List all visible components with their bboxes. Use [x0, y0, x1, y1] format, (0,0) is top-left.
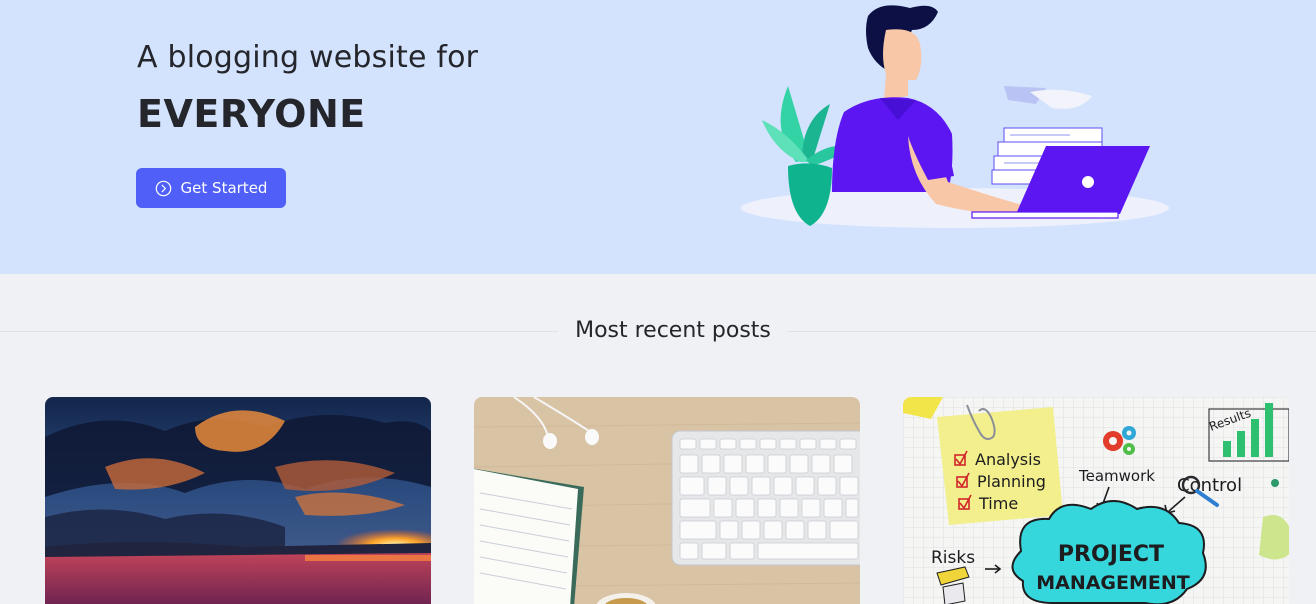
label-teamwork: Teamwork [1078, 467, 1155, 485]
person-laptop-illustration [741, 5, 1169, 228]
divider-right [788, 331, 1316, 332]
label-risks: Risks [931, 548, 975, 568]
get-started-label: Get Started [180, 179, 268, 197]
label-project: PROJECT [1058, 542, 1164, 567]
desk-keyboard-image [474, 397, 860, 604]
note-line-analysis: Analysis [975, 450, 1041, 469]
circle-chevron-right-icon [155, 180, 171, 196]
hero-title: EVERYONE [137, 92, 366, 136]
post-card-3[interactable]: Analysis Planning Time Teamwork Control … [903, 397, 1289, 604]
most-recent-posts-heading: Most recent posts [575, 318, 771, 343]
note-line-planning: Planning [977, 472, 1046, 491]
project-management-image: Analysis Planning Time Teamwork Control … [903, 397, 1289, 604]
post-card-1[interactable] [45, 397, 431, 604]
label-management: MANAGEMENT [1036, 572, 1190, 594]
note-line-time: Time [978, 494, 1018, 513]
get-started-button[interactable]: Get Started [136, 168, 286, 208]
divider-left [0, 331, 558, 332]
sunset-clouds-image [45, 397, 431, 604]
hero-subtitle: A blogging website for [137, 40, 479, 75]
section-heading-row: Most recent posts [0, 312, 1316, 352]
hero-banner: A blogging website for EVERYONE Get Star… [0, 0, 1316, 274]
post-card-2[interactable] [474, 397, 860, 604]
